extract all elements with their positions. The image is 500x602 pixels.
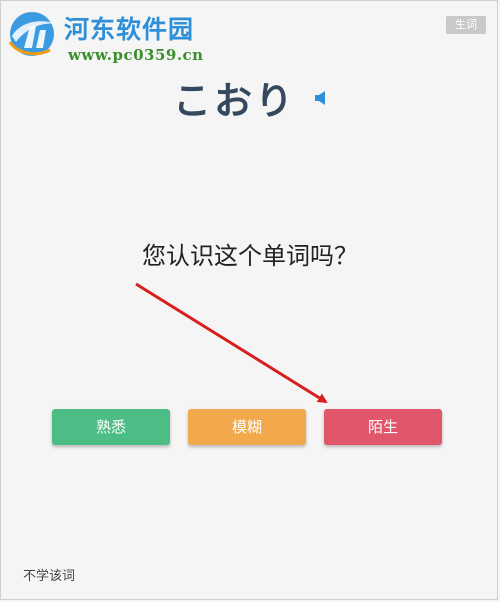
word-display: こおり [0,70,500,123]
new-word-tag-button[interactable]: 生词 [446,16,486,34]
vague-button[interactable]: 模糊 [188,409,306,445]
speaker-icon[interactable] [315,90,327,105]
word-text: こおり [172,79,296,123]
skip-word-link[interactable]: 不学该词 [23,565,75,584]
watermark-url: www.pc0359.cn [68,46,204,64]
unfamiliar-button[interactable]: 陌生 [324,409,442,445]
recognition-question: 您认识这个单词吗？ [142,242,358,270]
watermark-logo [8,12,56,56]
watermark-title: 河东软件园 [64,15,195,44]
familiar-button[interactable]: 熟悉 [52,409,170,445]
